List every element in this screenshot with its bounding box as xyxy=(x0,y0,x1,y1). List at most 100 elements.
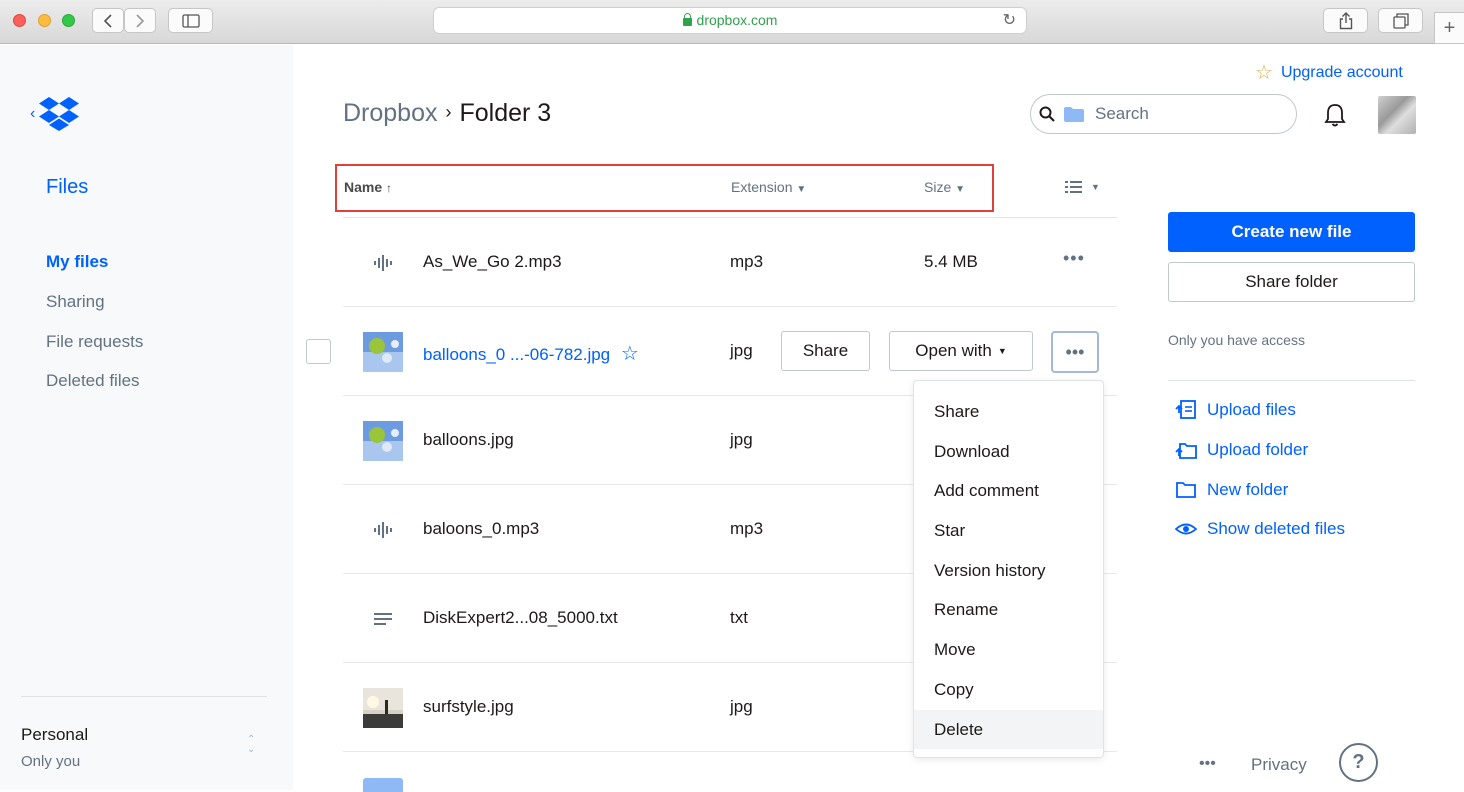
url-text: dropbox.com xyxy=(696,12,778,28)
share-page-button[interactable] xyxy=(1323,8,1368,33)
sidebar-icon xyxy=(181,13,200,28)
search-placeholder: Search xyxy=(1095,104,1149,123)
share-button[interactable]: Share xyxy=(781,331,870,371)
open-with-label: Open with xyxy=(915,341,992,360)
file-size: 5.4 MB xyxy=(924,252,978,271)
upgrade-account-label: Upgrade account xyxy=(1280,63,1403,81)
caret-down-icon: ▼ xyxy=(997,346,1007,356)
new-tab-button[interactable]: + xyxy=(1434,12,1464,44)
sidebar-item-file-requests[interactable]: File requests xyxy=(46,332,143,352)
menu-item-star[interactable]: Star xyxy=(914,511,1103,551)
zoom-window-button[interactable] xyxy=(62,14,75,27)
menu-item-download[interactable]: Download xyxy=(914,432,1103,472)
image-thumbnail xyxy=(363,332,403,372)
breadcrumb-root[interactable]: Dropbox xyxy=(343,99,438,127)
file-name[interactable]: As_We_Go 2.mp3 xyxy=(423,252,562,272)
dropbox-home-link[interactable]: ‹ xyxy=(30,97,80,131)
breadcrumb: Dropbox › Folder 3 xyxy=(343,99,551,128)
caret-down-icon: ▼ xyxy=(796,184,807,195)
list-view-icon xyxy=(1065,181,1082,193)
table-row[interactable]: As_We_Go 2.mp3 mp3 5.4 MB ••• xyxy=(343,218,1117,307)
reload-icon[interactable]: ↻ xyxy=(1003,8,1016,33)
menu-item-copy[interactable]: Copy xyxy=(914,670,1103,710)
tabs-overview-button[interactable] xyxy=(1378,8,1423,33)
file-context-menu: Share Download Add comment Star Version … xyxy=(913,380,1104,758)
privacy-link[interactable]: Privacy xyxy=(1251,755,1307,775)
tabs-icon xyxy=(1392,12,1409,29)
share-folder-button[interactable]: Share folder xyxy=(1168,262,1415,302)
sidebar-toggle-button[interactable] xyxy=(168,8,213,33)
column-header-extension[interactable]: Extension ▼ xyxy=(731,179,806,195)
file-name[interactable]: DiskExpert2...08_5000.txt xyxy=(423,608,618,628)
menu-item-add-comment[interactable]: Add comment xyxy=(914,471,1103,511)
menu-item-rename[interactable]: Rename xyxy=(914,590,1103,630)
caret-down-icon: ▼ xyxy=(955,184,966,195)
star-outline-icon[interactable]: ☆ xyxy=(621,343,639,365)
sidebar-divider xyxy=(21,696,267,697)
upload-folder-label: Upload folder xyxy=(1207,440,1309,459)
menu-item-share[interactable]: Share xyxy=(914,392,1103,432)
folder-icon xyxy=(1064,106,1084,122)
upload-folder-link[interactable]: Upload folder xyxy=(1175,440,1308,460)
more-options-icon[interactable]: ••• xyxy=(1063,248,1085,269)
new-folder-link[interactable]: New folder xyxy=(1175,480,1288,500)
footer-more-button[interactable]: ••• xyxy=(1199,755,1216,773)
view-toggle-button[interactable]: ▼ xyxy=(1065,180,1100,194)
search-icon xyxy=(1039,106,1055,122)
menu-item-move[interactable]: Move xyxy=(914,630,1103,670)
sidebar-item-deleted-files[interactable]: Deleted files xyxy=(46,371,140,391)
file-name[interactable]: balloons.jpg xyxy=(423,430,514,450)
upload-files-link[interactable]: Upload files xyxy=(1175,400,1296,420)
share-icon xyxy=(1339,11,1352,29)
file-extension: jpg xyxy=(730,697,753,716)
address-bar[interactable]: dropbox.com ↻ xyxy=(433,7,1027,34)
create-new-file-button[interactable]: Create new file xyxy=(1168,212,1415,252)
breadcrumb-separator-icon: › xyxy=(445,102,452,122)
breadcrumb-current: Folder 3 xyxy=(459,99,552,127)
search-input[interactable]: Search xyxy=(1030,94,1297,134)
open-with-button[interactable]: Open with ▼ xyxy=(889,331,1033,371)
show-deleted-files-label: Show deleted files xyxy=(1207,519,1345,538)
help-button[interactable]: ? xyxy=(1339,743,1378,782)
chevron-right-icon xyxy=(136,13,145,28)
close-window-button[interactable] xyxy=(13,14,26,27)
more-options-button-active[interactable]: ••• xyxy=(1051,331,1099,373)
file-name[interactable]: balloons_0 ...-06-782.jpg ☆ xyxy=(423,341,639,366)
file-extension: mp3 xyxy=(730,519,764,538)
new-folder-label: New folder xyxy=(1207,480,1289,499)
upgrade-account-link[interactable]: ☆ Upgrade account xyxy=(1255,60,1403,85)
row-checkbox[interactable] xyxy=(306,339,331,364)
caret-down-icon: ▼ xyxy=(1091,182,1100,192)
account-switcher-icon[interactable]: ⌃ ⌄ xyxy=(247,735,255,755)
dropbox-logo-icon xyxy=(39,97,80,131)
name-header-label: Name xyxy=(344,179,383,195)
size-header-label: Size xyxy=(924,179,952,195)
lock-icon xyxy=(682,13,692,26)
star-outline-icon: ☆ xyxy=(1255,62,1273,84)
text-file-icon xyxy=(363,599,403,639)
notifications-button[interactable] xyxy=(1323,102,1347,133)
forward-button[interactable] xyxy=(124,8,156,33)
account-name[interactable]: Personal xyxy=(21,725,88,745)
minimize-window-button[interactable] xyxy=(38,14,51,27)
upload-files-label: Upload files xyxy=(1207,400,1296,419)
column-header-size[interactable]: Size ▼ xyxy=(924,179,965,195)
right-panel-divider xyxy=(1168,380,1415,381)
back-button[interactable] xyxy=(92,8,124,33)
file-name[interactable]: baloons_0.mp3 xyxy=(423,519,539,539)
avatar[interactable] xyxy=(1378,96,1416,134)
menu-item-delete[interactable]: Delete xyxy=(914,709,1103,750)
show-deleted-files-link[interactable]: Show deleted files xyxy=(1175,519,1345,539)
sidebar-item-sharing[interactable]: Sharing xyxy=(46,292,105,312)
more-options-icon: ••• xyxy=(1065,341,1085,362)
account-subtitle: Only you xyxy=(21,753,81,770)
sidebar-item-my-files[interactable]: My files xyxy=(46,252,108,272)
file-extension: txt xyxy=(730,608,748,627)
column-header-highlight xyxy=(335,164,994,212)
bell-icon xyxy=(1324,104,1346,127)
file-extension: jpg xyxy=(730,430,753,449)
column-header-name[interactable]: Name ↑ xyxy=(344,179,392,195)
files-nav-title[interactable]: Files xyxy=(46,176,88,199)
menu-item-version-history[interactable]: Version history xyxy=(914,551,1103,591)
file-name[interactable]: surfstyle.jpg xyxy=(423,697,514,717)
